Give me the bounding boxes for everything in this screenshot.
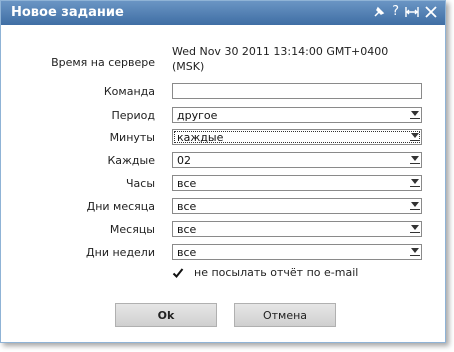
command-input[interactable]	[172, 83, 422, 99]
period-select[interactable]: другое	[172, 107, 422, 123]
weekdays-value: все	[177, 246, 197, 259]
checkmark-icon	[172, 267, 184, 278]
pin-icon[interactable]	[372, 5, 386, 19]
chevron-down-icon	[410, 133, 420, 141]
weekdays-label: Дни недели	[86, 246, 155, 259]
hours-select[interactable]: все	[172, 175, 422, 191]
command-label: Команда	[103, 85, 155, 98]
chevron-down-icon	[410, 111, 420, 119]
months-value: все	[177, 223, 197, 236]
chevron-down-icon	[410, 156, 420, 164]
months-label: Месяцы	[109, 223, 155, 236]
minutes-value: каждые	[177, 131, 224, 144]
hours-value: все	[177, 177, 197, 190]
chevron-down-icon	[410, 248, 420, 256]
every-select[interactable]: 02	[172, 152, 422, 168]
dialog-titlebar[interactable]: Новое задание ?	[1, 1, 445, 25]
dialog-title: Новое задание	[11, 5, 124, 20]
every-label: Каждые	[107, 154, 155, 167]
minutes-select[interactable]: каждые	[172, 129, 422, 145]
chevron-down-icon	[410, 179, 420, 187]
no-email-label: не посылать отчёт по e-mail	[194, 266, 359, 279]
every-value: 02	[177, 154, 191, 167]
hours-label: Часы	[125, 177, 155, 190]
minutes-label: Минуты	[109, 131, 155, 144]
no-email-checkbox[interactable]	[172, 267, 184, 279]
days-of-month-select[interactable]: все	[172, 198, 422, 214]
months-select[interactable]: все	[172, 221, 422, 237]
help-icon[interactable]: ?	[392, 4, 399, 20]
no-email-row: не посылать отчёт по e-mail	[172, 266, 358, 279]
days-of-month-label: Дни месяца	[86, 200, 155, 213]
period-label: Период	[111, 109, 155, 122]
maximize-icon[interactable]	[405, 6, 419, 18]
period-value: другое	[177, 109, 218, 122]
new-task-dialog: Новое задание ? Время на сервере Wed Nov…	[0, 0, 446, 343]
titlebar-icons: ?	[372, 4, 437, 20]
server-time-label: Время на сервере	[51, 56, 155, 69]
cancel-button[interactable]: Отмена	[234, 303, 336, 327]
chevron-down-icon	[410, 225, 420, 233]
days-of-month-value: все	[177, 200, 197, 213]
server-time-value: Wed Nov 30 2011 13:14:00 GMT+0400 (MSK)	[172, 45, 389, 73]
weekdays-select[interactable]: все	[172, 244, 422, 260]
ok-button[interactable]: Ok	[115, 303, 217, 327]
chevron-down-icon	[410, 202, 420, 210]
close-icon[interactable]	[425, 6, 437, 18]
